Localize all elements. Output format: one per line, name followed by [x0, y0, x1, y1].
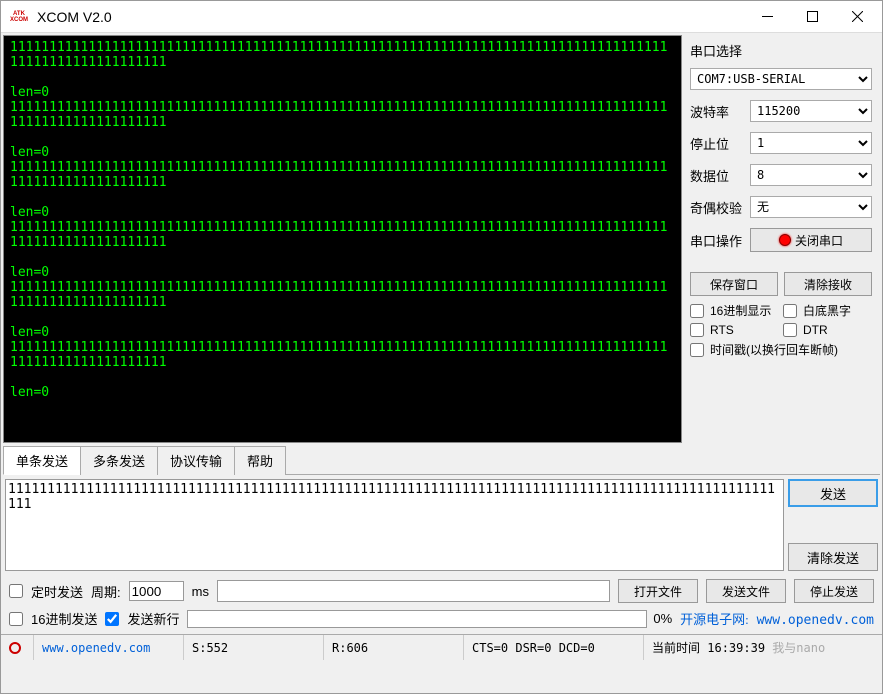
dtr-label: DTR: [803, 323, 872, 337]
send-button[interactable]: 发送: [788, 479, 878, 507]
white-bg-checkbox[interactable]: [783, 304, 797, 318]
timestamp-label: 时间戳(以换行回车断帧): [710, 341, 872, 358]
hex-send-label: 16进制发送: [31, 609, 97, 628]
databit-label: 数据位: [690, 166, 750, 185]
status-sent: S:552: [184, 635, 324, 660]
period-unit: ms: [192, 584, 209, 599]
status-time-value: 16:39:39: [707, 641, 765, 655]
status-received: R:606: [324, 635, 464, 660]
tab-help[interactable]: 帮助: [234, 446, 286, 475]
send-tabs: 单条发送 多条发送 协议传输 帮助: [3, 445, 880, 475]
watermark: 我与nano: [772, 639, 825, 656]
port-op-label: 串口操作: [690, 231, 750, 250]
status-time-label: 当前时间: [652, 639, 700, 656]
databit-select[interactable]: 8: [750, 164, 872, 186]
tab-protocol[interactable]: 协议传输: [157, 446, 235, 475]
record-icon: [779, 234, 791, 246]
dtr-checkbox[interactable]: [783, 323, 797, 337]
stopbit-label: 停止位: [690, 134, 750, 153]
baud-select[interactable]: 115200: [750, 100, 872, 122]
progress-bar: [187, 610, 647, 628]
clear-receive-button[interactable]: 清除接收: [784, 272, 872, 296]
hex-display-label: 16进制显示: [710, 302, 779, 319]
baud-label: 波特率: [690, 102, 750, 121]
file-path-input[interactable]: [217, 580, 610, 602]
port-section-label: 串口选择: [690, 41, 872, 60]
progress-text: 0%: [653, 611, 672, 626]
white-bg-label: 白底黑字: [803, 302, 872, 319]
clear-send-button[interactable]: 清除发送: [788, 543, 878, 571]
close-port-button[interactable]: 关闭串口: [750, 228, 872, 252]
window-title: XCOM V2.0: [37, 9, 745, 25]
close-button[interactable]: [835, 2, 880, 32]
parity-label: 奇偶校验: [690, 198, 750, 217]
timed-send-label: 定时发送: [31, 582, 83, 601]
timestamp-checkbox[interactable]: [690, 343, 704, 357]
period-input[interactable]: [129, 581, 184, 601]
tab-multi-send[interactable]: 多条发送: [80, 446, 158, 475]
tab-single-send[interactable]: 单条发送: [3, 446, 81, 475]
stopbit-select[interactable]: 1: [750, 132, 872, 154]
terminal-output[interactable]: 1111111111111111111111111111111111111111…: [3, 35, 682, 443]
app-logo: ATK XCOM: [7, 7, 31, 27]
website-link[interactable]: 开源电子网: www.openedv.com: [680, 609, 874, 628]
rts-label: RTS: [710, 323, 779, 337]
send-file-button[interactable]: 发送文件: [706, 579, 786, 603]
save-window-button[interactable]: 保存窗口: [690, 272, 778, 296]
serial-settings-panel: 串口选择 COM7:USB-SERIAL 波特率115200 停止位1 数据位8…: [684, 33, 882, 445]
maximize-button[interactable]: [790, 2, 835, 32]
port-select[interactable]: COM7:USB-SERIAL: [690, 68, 872, 90]
hex-send-checkbox[interactable]: [9, 612, 23, 626]
status-url[interactable]: www.openedv.com: [34, 635, 184, 660]
hex-display-checkbox[interactable]: [690, 304, 704, 318]
send-newline-checkbox[interactable]: [105, 612, 119, 626]
titlebar: ATK XCOM XCOM V2.0: [1, 1, 882, 33]
statusbar: www.openedv.com S:552 R:606 CTS=0 DSR=0 …: [1, 634, 882, 660]
timed-send-checkbox[interactable]: [9, 584, 23, 598]
send-newline-label: 发送新行: [127, 609, 179, 628]
stop-send-button[interactable]: 停止发送: [794, 579, 874, 603]
status-signals: CTS=0 DSR=0 DCD=0: [464, 635, 644, 660]
rts-checkbox[interactable]: [690, 323, 704, 337]
status-record-icon: [9, 642, 21, 654]
parity-select[interactable]: 无: [750, 196, 872, 218]
minimize-button[interactable]: [745, 2, 790, 32]
period-label: 周期:: [91, 582, 121, 601]
open-file-button[interactable]: 打开文件: [618, 579, 698, 603]
send-textarea[interactable]: [5, 479, 784, 571]
